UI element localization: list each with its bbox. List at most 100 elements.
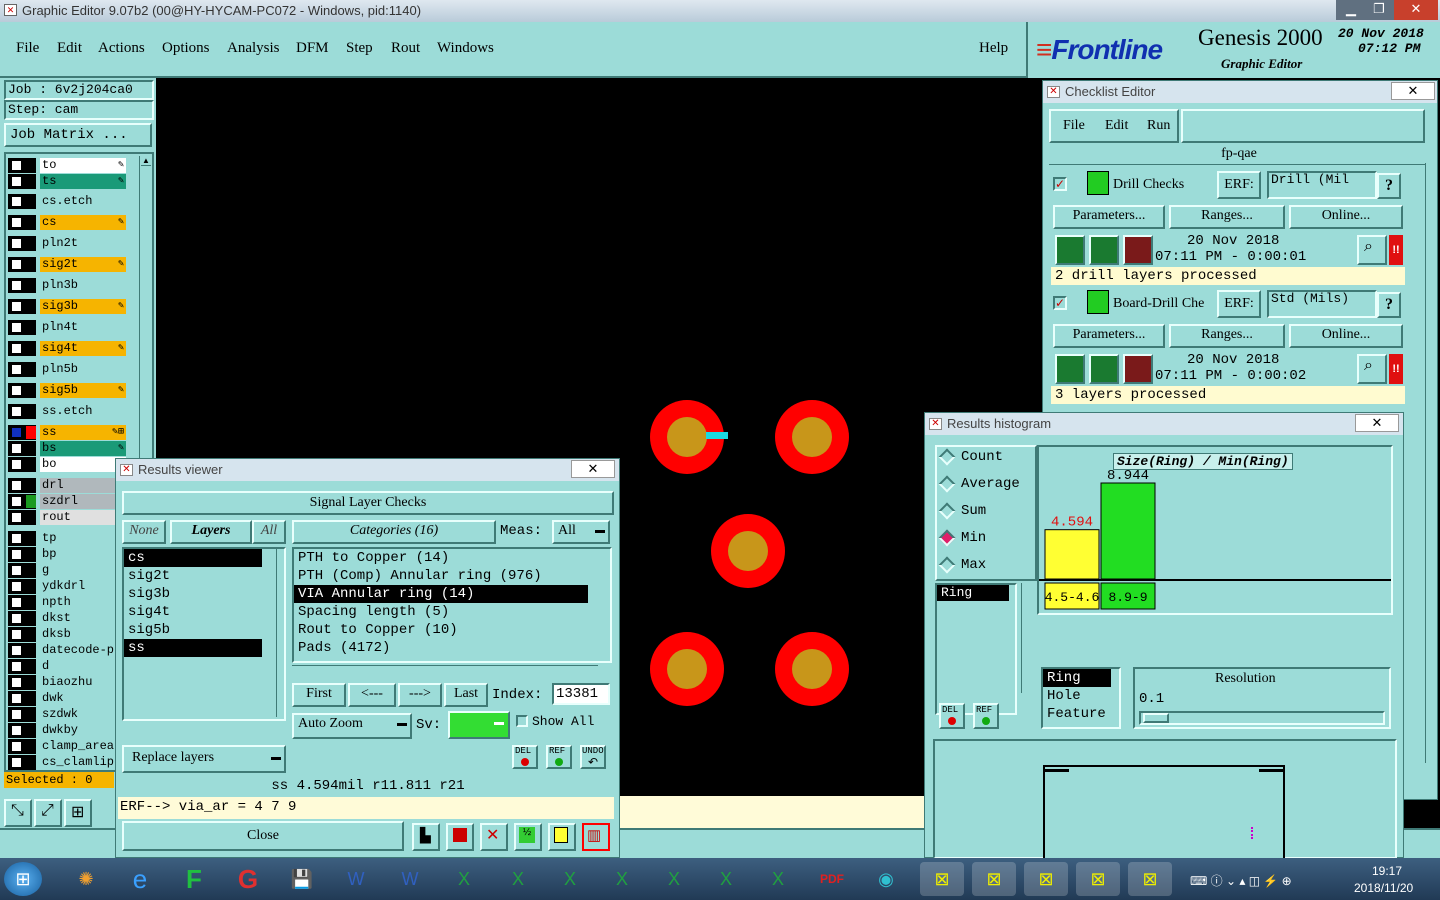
layer-checkbox[interactable] <box>10 660 23 673</box>
word-icon[interactable]: W <box>388 862 432 896</box>
stop-icon[interactable] <box>1123 354 1153 384</box>
menu-help[interactable]: Help <box>979 40 1008 57</box>
layer-toggle[interactable] <box>8 404 36 419</box>
layer-toggle[interactable] <box>8 320 36 335</box>
layer-row-pln3b[interactable]: pln3b <box>8 278 126 293</box>
layer-name[interactable]: szdrl <box>40 494 126 509</box>
mode-radio[interactable] <box>938 529 956 547</box>
layer-toggle[interactable] <box>8 425 36 440</box>
layer-toggle[interactable] <box>8 215 36 230</box>
layer-row-cs_clamlip[interactable]: cs_clamlip <box>8 755 126 770</box>
del-icon[interactable]: DEL <box>939 703 965 729</box>
via-pad[interactable] <box>711 514 785 588</box>
erf-value[interactable]: Drill (Mil <box>1267 171 1377 199</box>
layer-checkbox[interactable] <box>10 644 23 657</box>
layer-checkbox[interactable] <box>10 159 23 172</box>
layer-toggle[interactable] <box>8 563 36 578</box>
category-item[interactable]: Spacing length (5) <box>294 603 594 621</box>
result-layer-item[interactable]: sig5b <box>124 621 274 639</box>
genesis-icon[interactable]: G <box>226 862 270 896</box>
layer-row-ss[interactable]: ss ✎⊞ <box>8 425 126 440</box>
layer-checkbox[interactable] <box>10 756 23 769</box>
category-item[interactable]: PTH (Comp) Annular ring (976) <box>294 567 594 585</box>
layer-toggle[interactable] <box>8 278 36 293</box>
layer-name[interactable]: drl <box>40 478 126 493</box>
step-icon[interactable]: ½ <box>514 823 542 851</box>
layer-name[interactable]: npth <box>40 595 126 610</box>
menu-rout[interactable]: Rout <box>391 40 420 57</box>
layer-name[interactable]: g <box>40 563 126 578</box>
run-icon[interactable] <box>1055 354 1085 384</box>
layer-name[interactable]: pln3b <box>40 278 126 293</box>
layer-toggle[interactable] <box>8 441 36 456</box>
excel-icon[interactable]: X <box>600 862 644 896</box>
layer-result-scrollbar[interactable] <box>276 549 286 717</box>
start-icon[interactable]: ⊞ <box>4 862 42 896</box>
close-icon[interactable]: ✕ <box>571 460 615 478</box>
prev-button[interactable]: <--- <box>348 683 396 707</box>
genesis-window-icon[interactable]: ⊠ <box>1128 862 1172 896</box>
layer-row-drl[interactable]: drl <box>8 478 126 493</box>
category-item[interactable]: Pads (4172) <box>294 639 594 657</box>
index-input[interactable]: 13381 <box>552 683 610 705</box>
layer-name[interactable]: tp <box>40 531 126 546</box>
attr-item[interactable]: Hole <box>1043 687 1117 705</box>
layer-checkbox[interactable] <box>10 363 23 376</box>
ref-icon[interactable]: REF <box>973 703 999 729</box>
menu-actions[interactable]: Actions <box>98 40 145 57</box>
layer-row-pln5b[interactable]: pln5b <box>8 362 126 377</box>
layer-toggle[interactable] <box>8 174 36 189</box>
layer-checkbox[interactable] <box>10 216 23 229</box>
close-button[interactable]: Close <box>122 821 404 851</box>
alert-icon[interactable]: !! <box>1389 354 1403 384</box>
layer-toggle[interactable] <box>8 236 36 251</box>
genesis-window-icon[interactable]: ⊠ <box>920 862 964 896</box>
mode-radio[interactable] <box>938 502 956 520</box>
zoom-icon[interactable]: ⌕ <box>1357 235 1387 265</box>
layer-checkbox[interactable] <box>10 300 23 313</box>
layer-toggle[interactable] <box>8 494 36 509</box>
layer-row-szdwk[interactable]: szdwk <box>8 707 126 722</box>
layer-checkbox[interactable] <box>10 676 23 689</box>
layer-checkbox[interactable] <box>10 237 23 250</box>
layer-name[interactable]: pln4t <box>40 320 126 335</box>
del-icon[interactable]: DEL <box>512 745 538 769</box>
layer-row-bs[interactable]: bs ✎ <box>8 441 126 456</box>
layer-toggle[interactable] <box>8 531 36 546</box>
checklist-menu-run[interactable]: Run <box>1147 118 1170 134</box>
menu-windows[interactable]: Windows <box>437 40 494 57</box>
layer-toggle[interactable] <box>8 547 36 562</box>
check-name[interactable]: Drill Checks <box>1113 177 1217 193</box>
layer-checkbox[interactable] <box>10 612 23 625</box>
layer-checkbox[interactable] <box>10 724 23 737</box>
tray-icons[interactable]: ⌨ ⓘ ⌄ ▴ ◫ ⚡ ⊕ <box>1190 872 1292 889</box>
parameters-button[interactable]: Parameters... <box>1053 324 1165 348</box>
mode-label[interactable]: Average <box>961 476 1020 492</box>
menu-analysis[interactable]: Analysis <box>227 40 280 57</box>
layer-toggle[interactable] <box>8 707 36 722</box>
layer-toggle[interactable] <box>8 675 36 690</box>
show-all-checkbox[interactable] <box>516 715 528 727</box>
layer-toggle[interactable] <box>8 341 36 356</box>
zoom-area-icon[interactable]: ⤢ <box>34 799 62 827</box>
excel-icon[interactable]: X <box>652 862 696 896</box>
excel-icon[interactable]: X <box>548 862 592 896</box>
layer-toggle[interactable] <box>8 257 36 272</box>
excel-icon[interactable]: X <box>756 862 800 896</box>
layer-checkbox[interactable] <box>10 321 23 334</box>
layer-checkbox[interactable] <box>10 495 23 508</box>
erf-delete-icon[interactable]: ✕ <box>480 823 508 851</box>
layer-name[interactable]: sig3b ✎ <box>40 299 126 314</box>
excel-icon[interactable]: X <box>704 862 748 896</box>
ref-icon[interactable]: REF <box>546 745 572 769</box>
check-enable-checkbox[interactable]: ✓ <box>1053 177 1067 191</box>
close-icon[interactable]: ✕ <box>1391 82 1435 100</box>
help-icon[interactable]: ? <box>1377 173 1401 199</box>
report-icon[interactable]: ▙ <box>412 823 440 851</box>
layer-name[interactable]: pln2t <box>40 236 126 251</box>
replace-layers-select[interactable]: Replace layers ▬ <box>122 745 286 773</box>
menu-dfm[interactable]: DFM <box>296 40 329 57</box>
layer-row-ydkdrl[interactable]: ydkdrl <box>8 579 126 594</box>
layer-checkbox[interactable] <box>10 426 23 439</box>
layer-row-sig2t[interactable]: sig2t ✎ <box>8 257 126 272</box>
